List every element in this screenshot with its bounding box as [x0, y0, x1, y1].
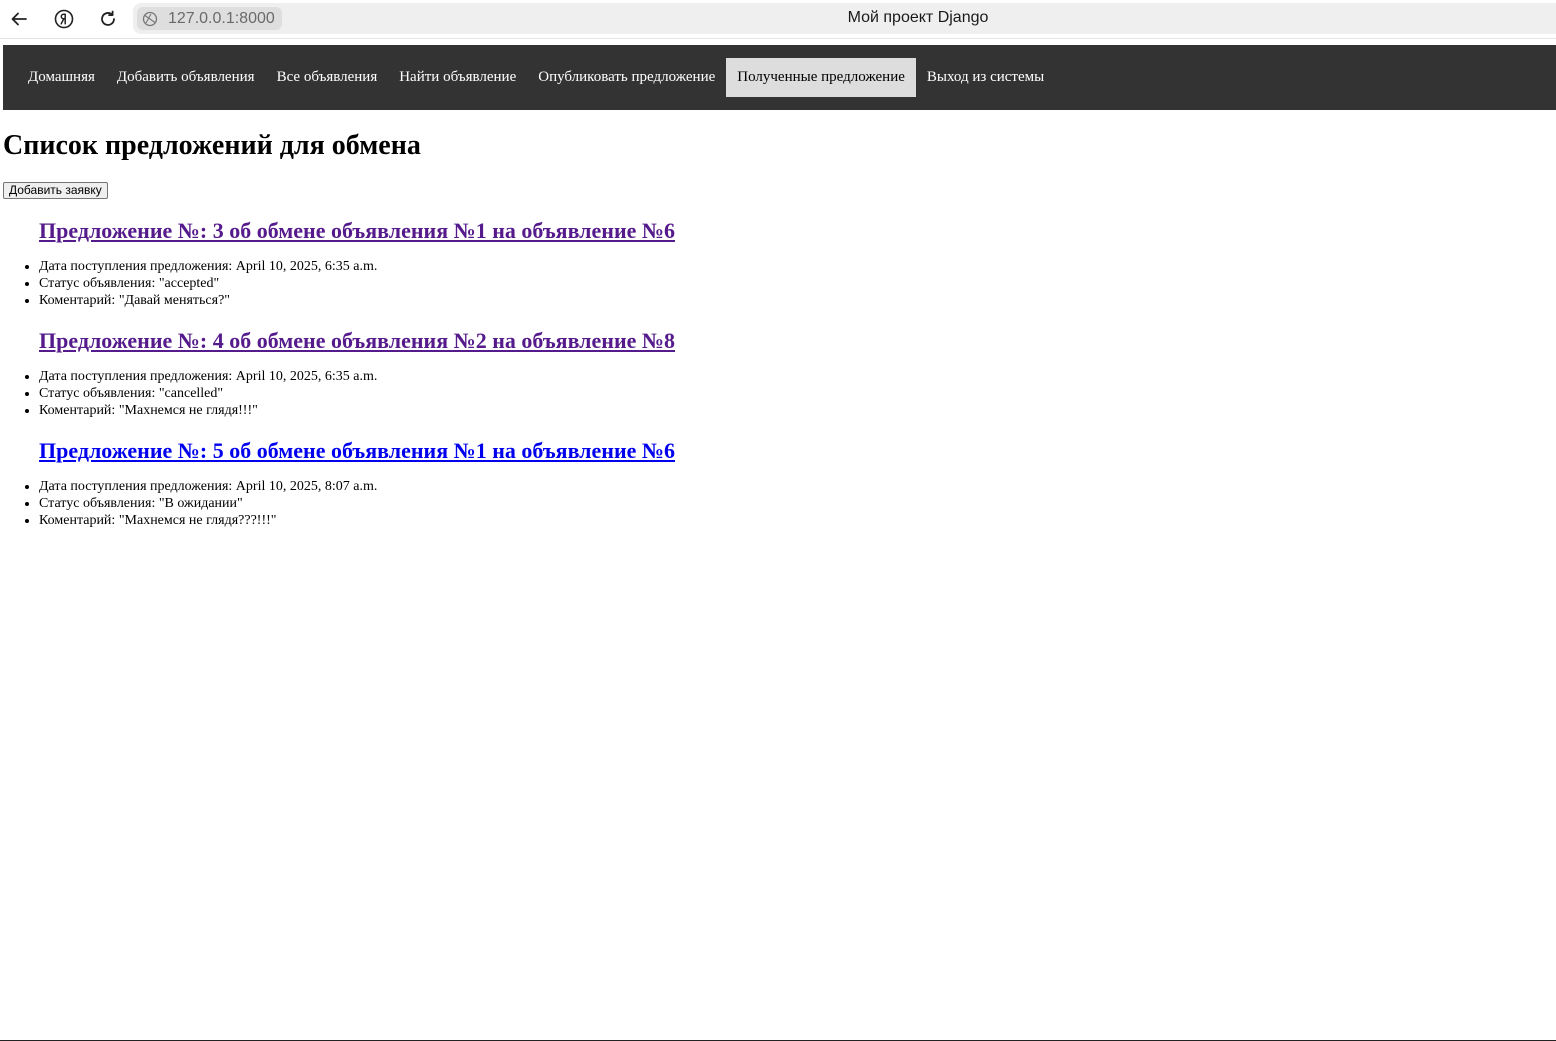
- nav-item-add-ads: Добавить объявления: [106, 58, 266, 97]
- offer-item: Предложение №: 4 об обмене объявления №2…: [3, 328, 1553, 419]
- offer-comment: Коментарий: "Давай меняться?": [39, 292, 1553, 309]
- page-title: Список предложений для обмена: [3, 130, 421, 161]
- offer-details: Дата поступления предложения: April 10, …: [3, 368, 1553, 419]
- yandex-logo-icon: [54, 9, 74, 29]
- offer-status: Статус объявления: "В ожидании": [39, 495, 1553, 512]
- main-nav: Домашняя Добавить объявления Все объявле…: [3, 45, 1556, 110]
- add-request-button[interactable]: Добавить заявку: [3, 182, 108, 199]
- browser-toolbar: 127.0.0.1:8000 Мой проект Django: [0, 0, 1556, 39]
- address-bar[interactable]: 127.0.0.1:8000: [133, 3, 1556, 34]
- offer-heading: Предложение №: 5 об обмене объявления №1…: [39, 438, 1553, 464]
- nav-item-all-ads: Все объявления: [266, 58, 389, 97]
- yandex-button[interactable]: [50, 5, 78, 33]
- reload-icon: [101, 10, 115, 26]
- url-text: 127.0.0.1:8000: [168, 9, 275, 27]
- reload-button[interactable]: [94, 5, 122, 33]
- offer-heading: Предложение №: 4 об обмене объявления №2…: [39, 328, 1553, 354]
- nav-list: Домашняя Добавить объявления Все объявле…: [3, 45, 1556, 110]
- nav-link-add-ads[interactable]: Добавить объявления: [106, 58, 266, 97]
- offer-status: Статус объявления: "accepted": [39, 275, 1553, 292]
- offer-status: Статус объявления: "cancelled": [39, 385, 1553, 402]
- offer-details: Дата поступления предложения: April 10, …: [3, 478, 1553, 529]
- offer-details: Дата поступления предложения: April 10, …: [3, 258, 1553, 309]
- back-button[interactable]: [5, 5, 33, 33]
- offer-link[interactable]: Предложение №: 5 об обмене объявления №1…: [39, 438, 675, 463]
- nav-item-logout: Выход из системы: [916, 58, 1055, 97]
- nav-link-home[interactable]: Домашняя: [17, 58, 106, 97]
- offer-link[interactable]: Предложение №: 3 об обмене объявления №1…: [39, 218, 675, 243]
- offer-heading: Предложение №: 3 об обмене объявления №1…: [39, 218, 1553, 244]
- nav-link-received-offers[interactable]: Полученные предложение: [726, 58, 916, 97]
- url-pill[interactable]: 127.0.0.1:8000: [137, 7, 282, 30]
- offer-comment: Коментарий: "Махнемся не глядя!!!": [39, 402, 1553, 419]
- nav-item-publish-offer: Опубликовать предложение: [527, 58, 726, 97]
- offer-date: Дата поступления предложения: April 10, …: [39, 258, 1553, 275]
- nav-link-all-ads[interactable]: Все объявления: [266, 58, 389, 97]
- nav-link-find-ad[interactable]: Найти объявление: [388, 58, 527, 97]
- offer-link[interactable]: Предложение №: 4 об обмене объявления №2…: [39, 328, 675, 353]
- offer-date: Дата поступления предложения: April 10, …: [39, 368, 1553, 385]
- page-content: Список предложений для обмена Добавить з…: [3, 110, 1553, 529]
- nav-item-find-ad: Найти объявление: [388, 58, 527, 97]
- offer-item: Предложение №: 5 об обмене объявления №1…: [3, 438, 1553, 529]
- offer-item: Предложение №: 3 об обмене объявления №1…: [3, 218, 1553, 309]
- nav-item-received-offers: Полученные предложение: [726, 58, 916, 97]
- nav-link-publish-offer[interactable]: Опубликовать предложение: [527, 58, 726, 97]
- arrow-left-icon: [11, 12, 27, 26]
- offer-date: Дата поступления предложения: April 10, …: [39, 478, 1553, 495]
- nav-link-logout[interactable]: Выход из системы: [916, 58, 1055, 97]
- nav-item-home: Домашняя: [17, 58, 106, 97]
- globe-icon: [142, 11, 158, 27]
- offer-comment: Коментарий: "Махнемся не глядя???!!!": [39, 512, 1553, 529]
